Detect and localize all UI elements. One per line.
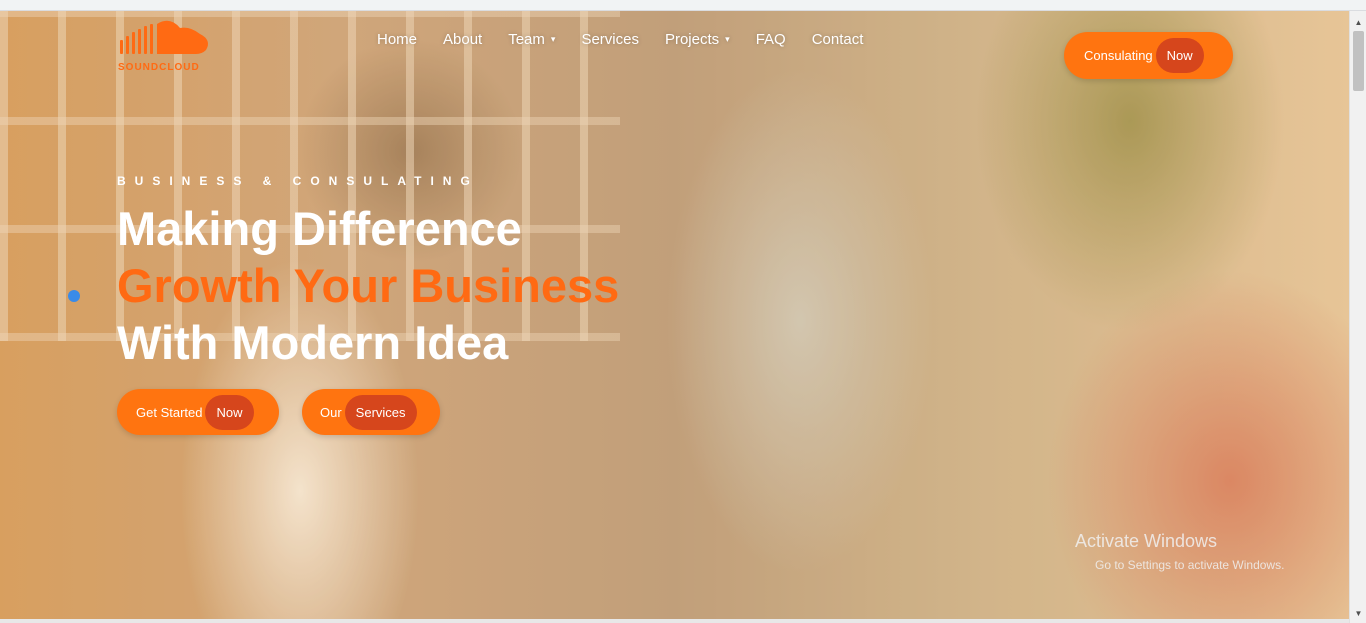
nav-services-label: Services: [581, 31, 639, 48]
headline-line-1: Making Difference: [117, 202, 522, 255]
nav-about[interactable]: About: [443, 31, 482, 48]
hero-eyebrow: BUSINESS & CONSULATING: [117, 174, 479, 188]
site-logo[interactable]: SOUNDCLOUD: [118, 14, 213, 80]
watermark-subtitle: Go to Settings to activate Windows.: [1095, 558, 1285, 572]
chevron-down-icon: ▾: [725, 34, 730, 44]
nav-team[interactable]: Team ▾: [508, 31, 555, 48]
nav-contact[interactable]: Contact: [812, 31, 864, 48]
get-started-label: Get Started: [136, 404, 203, 420]
hero-headline: Making Difference Growth Your Business W…: [117, 200, 619, 371]
our-services-highlight: Services: [344, 394, 417, 430]
nav-home-label: Home: [377, 31, 418, 48]
get-started-highlight: Now: [205, 394, 254, 430]
cloud-wave-icon: [120, 20, 208, 54]
nav-faq-label: FAQ: [755, 31, 786, 48]
vertical-scrollbar[interactable]: ▲ ▼: [1349, 11, 1366, 623]
headline-line-3: With Modern Idea: [117, 316, 509, 369]
logo-text: SOUNDCLOUD: [118, 62, 200, 73]
nav-faq[interactable]: FAQ: [756, 31, 786, 48]
nav-projects-label: Projects: [664, 31, 720, 48]
our-services-button[interactable]: Our Services: [302, 389, 440, 435]
chevron-down-icon: ▾: [550, 34, 556, 44]
bottom-strip: [0, 619, 1349, 623]
nav-home[interactable]: Home: [377, 31, 417, 48]
our-services-label: Our: [320, 404, 342, 420]
get-started-button[interactable]: Get Started Now: [117, 389, 279, 435]
slider-dot[interactable]: [68, 290, 80, 302]
main-nav: Home About Team ▾ Services Projects ▾ FAQ …: [377, 31, 863, 48]
activate-windows-watermark: Activate Windows Go to Settings to activ…: [1075, 531, 1284, 572]
browser-top-strip: [0, 0, 1366, 11]
nav-contact-label: Contact: [811, 31, 864, 48]
nav-about-label: About: [443, 31, 483, 48]
scroll-down-icon[interactable]: ▼: [1350, 606, 1366, 621]
watermark-title: Activate Windows: [1075, 531, 1218, 551]
nav-services[interactable]: Services: [581, 31, 639, 48]
consult-button-label: Consulating: [1084, 48, 1153, 63]
nav-projects[interactable]: Projects ▾: [665, 31, 730, 48]
scrollbar-thumb[interactable]: [1353, 31, 1364, 91]
consulating-now-button[interactable]: Consulating Now: [1064, 32, 1233, 79]
scroll-up-icon[interactable]: ▲: [1350, 15, 1366, 30]
consult-button-highlight: Now: [1155, 38, 1204, 73]
headline-line-2: Growth Your Business: [117, 259, 620, 312]
nav-team-label: Team: [508, 31, 545, 48]
